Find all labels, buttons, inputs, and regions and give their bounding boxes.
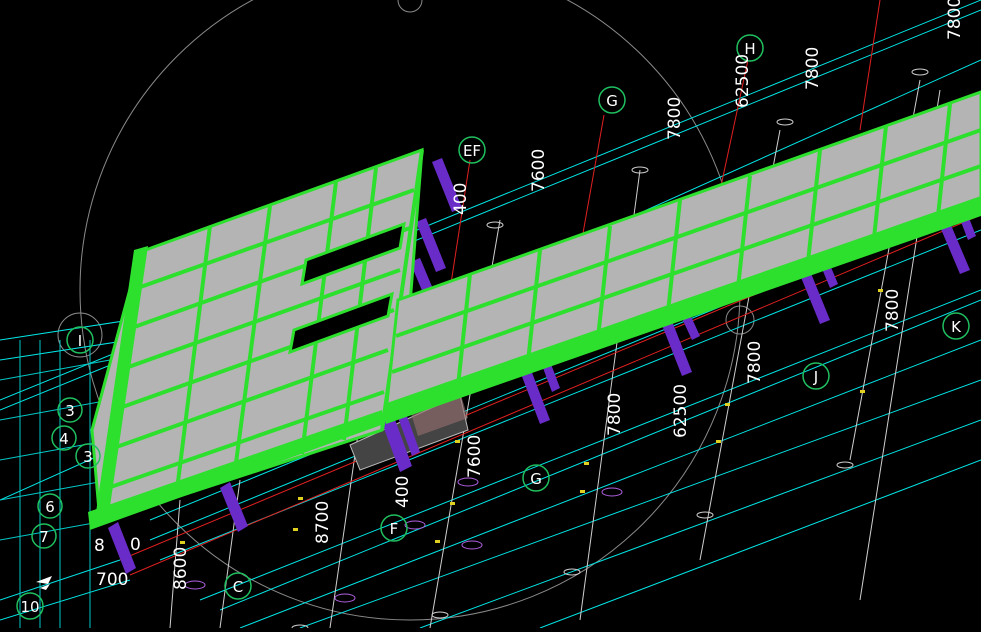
svg-text:3: 3 — [83, 448, 93, 466]
svg-text:G: G — [530, 470, 542, 488]
dim-62500-mid: 62500 — [671, 384, 691, 438]
svg-text:EF: EF — [463, 142, 481, 160]
dim-0-left: 0 — [130, 535, 141, 555]
dim-7800-c: 7800 — [665, 97, 685, 140]
svg-text:K: K — [951, 318, 962, 336]
dim-62500-top: 62500 — [733, 54, 753, 108]
dim-400-top: 400 — [451, 183, 471, 215]
dim-400-mid: 400 — [393, 476, 413, 508]
cad-model-viewport[interactable]: H G EF I K J G F C 3 4 3 6 7 10 7800 780… — [0, 0, 981, 632]
svg-text:6: 6 — [45, 498, 55, 516]
svg-text:J: J — [813, 368, 818, 386]
dim-7800-a: 7800 — [945, 0, 965, 40]
dim-8700: 8700 — [313, 501, 333, 544]
svg-text:G: G — [606, 92, 618, 110]
dim-7800-e: 7800 — [745, 341, 765, 384]
dim-7800-d: 7800 — [883, 289, 903, 332]
dim-700-left: 700 — [96, 570, 128, 590]
svg-text:10: 10 — [20, 598, 39, 616]
dim-7600-mid: 7600 — [465, 435, 485, 478]
svg-text:F: F — [390, 520, 399, 538]
dim-7800-b: 7800 — [803, 47, 823, 90]
dim-7600-top: 7600 — [529, 149, 549, 192]
svg-text:7: 7 — [39, 528, 49, 546]
svg-text:3: 3 — [65, 402, 75, 420]
svg-text:C: C — [233, 578, 243, 596]
dim-8-left: 8 — [94, 536, 105, 556]
svg-text:4: 4 — [59, 430, 69, 448]
dim-8600: 8600 — [171, 547, 191, 590]
svg-text:I: I — [78, 332, 82, 350]
dim-7800-f: 7800 — [605, 393, 625, 436]
